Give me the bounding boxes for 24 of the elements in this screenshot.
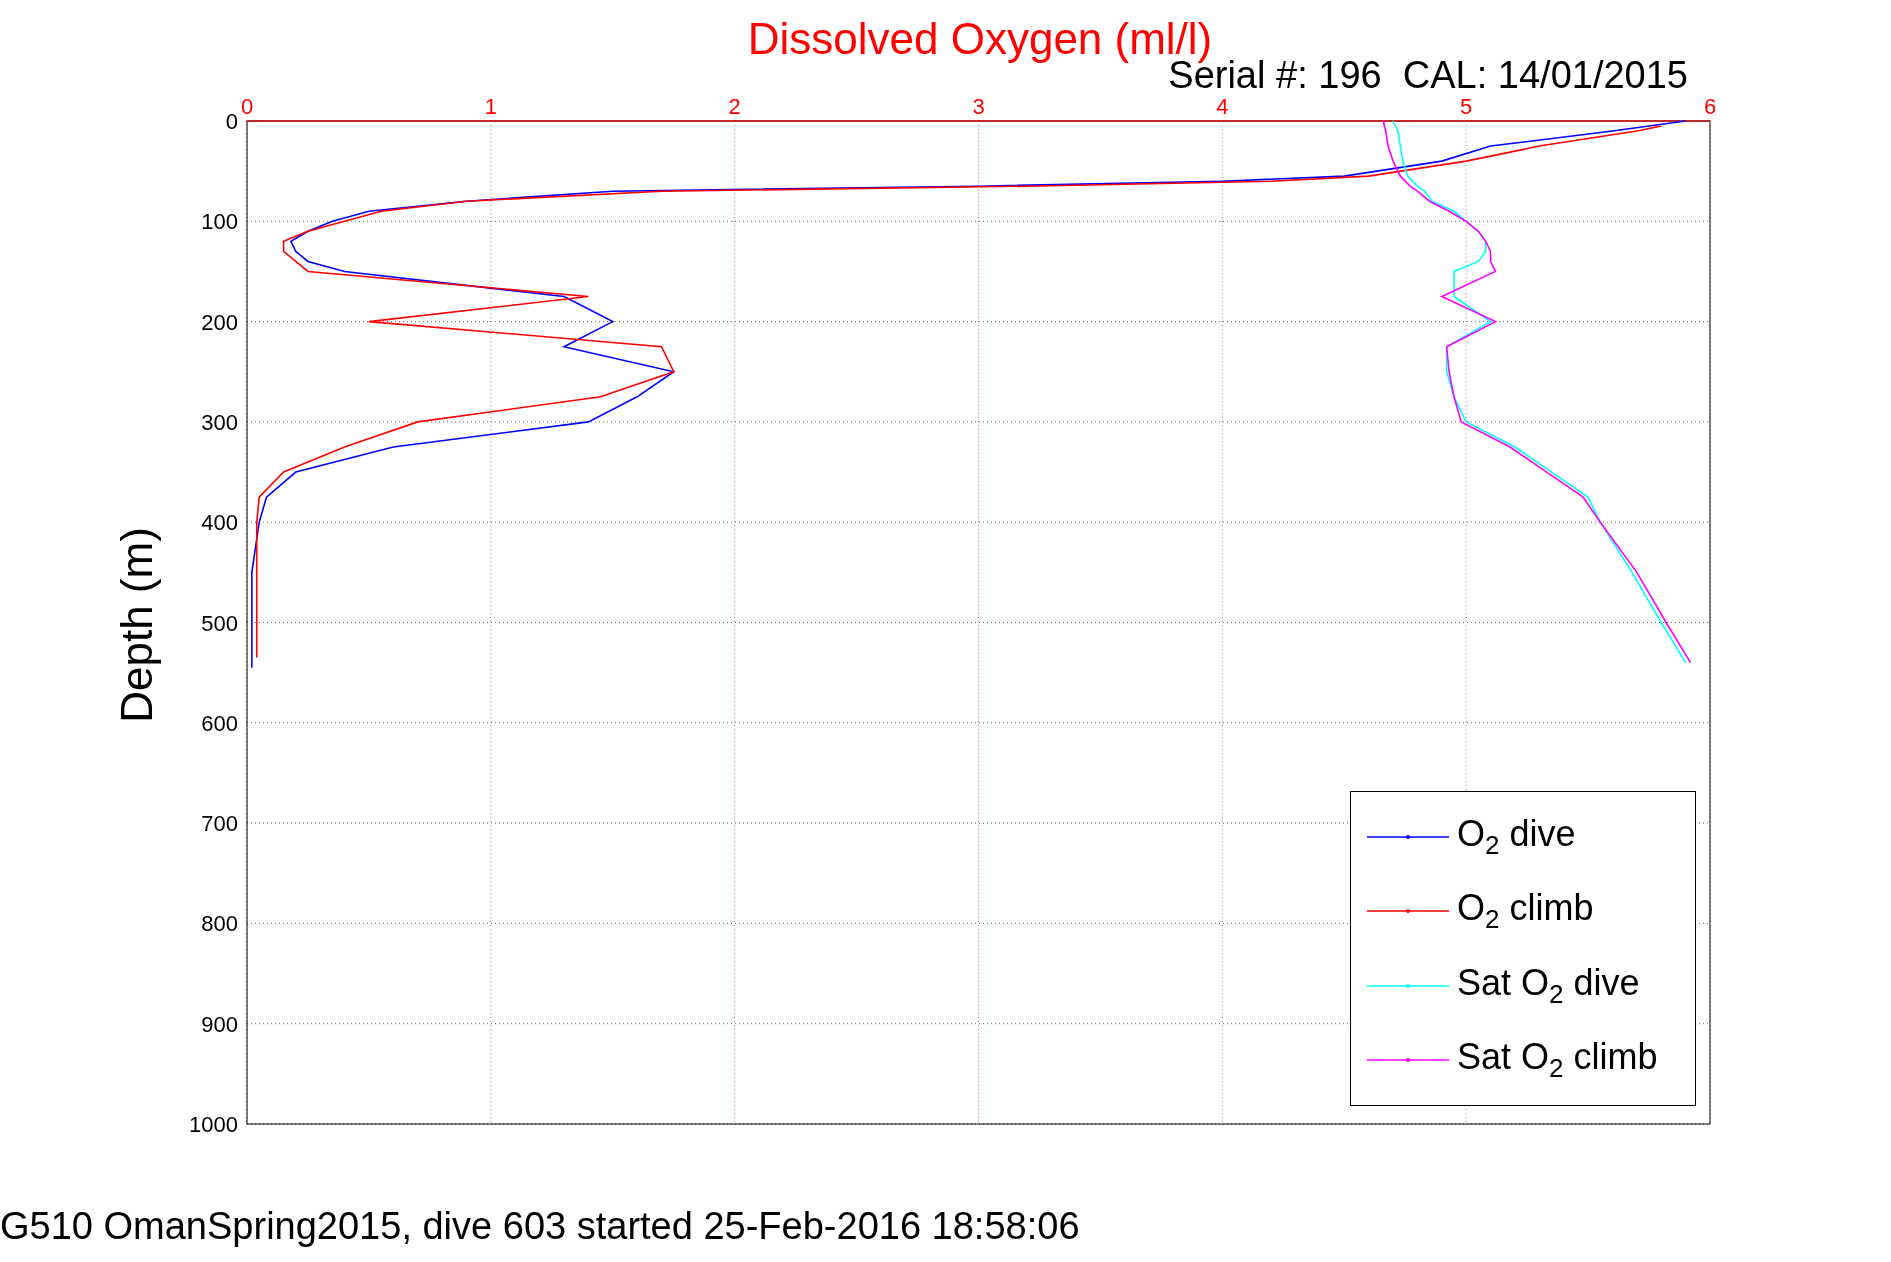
axis-tick-label: 400 xyxy=(201,510,238,536)
legend-label: O$_{2}$ climb xyxy=(1457,888,1594,935)
caption-text: G510 OmanSpring2015, dive 603 started 25-Feb-2016 18:58:06 xyxy=(0,1206,1080,1248)
axis-tick-label: 600 xyxy=(201,710,238,736)
axis-tick-label: 300 xyxy=(201,409,238,435)
axis-tick-label: 1 xyxy=(484,94,497,119)
legend-label: Sat O$_{2}$ climb xyxy=(1457,1037,1658,1083)
axis-tick-label: 900 xyxy=(201,1011,238,1037)
axis-tick-label: 0 xyxy=(240,94,254,119)
axis-tick-label: 1000 xyxy=(189,1112,238,1137)
axis-tick-label: 6 xyxy=(1703,94,1717,119)
axis-tick-label: 800 xyxy=(201,911,238,937)
legend-label: O$_{2}$ dive xyxy=(1457,814,1576,860)
axis-label: Depth (m) xyxy=(112,527,161,723)
axis-tick-label: 200 xyxy=(201,309,238,335)
axis-tick-label: 2 xyxy=(728,94,741,119)
axis-tick-label: 100 xyxy=(201,209,238,235)
legend-label: Sat O$_{2}$ dive xyxy=(1457,962,1640,1009)
axis-tick-label: 0 xyxy=(225,109,238,134)
axis-tick-label: 4 xyxy=(1216,94,1229,119)
axis-tick-label: 500 xyxy=(201,610,238,636)
axis-tick-label: 700 xyxy=(201,811,238,837)
axis-tick-label: 5 xyxy=(1460,94,1473,119)
axis-tick-label: 3 xyxy=(972,94,985,119)
